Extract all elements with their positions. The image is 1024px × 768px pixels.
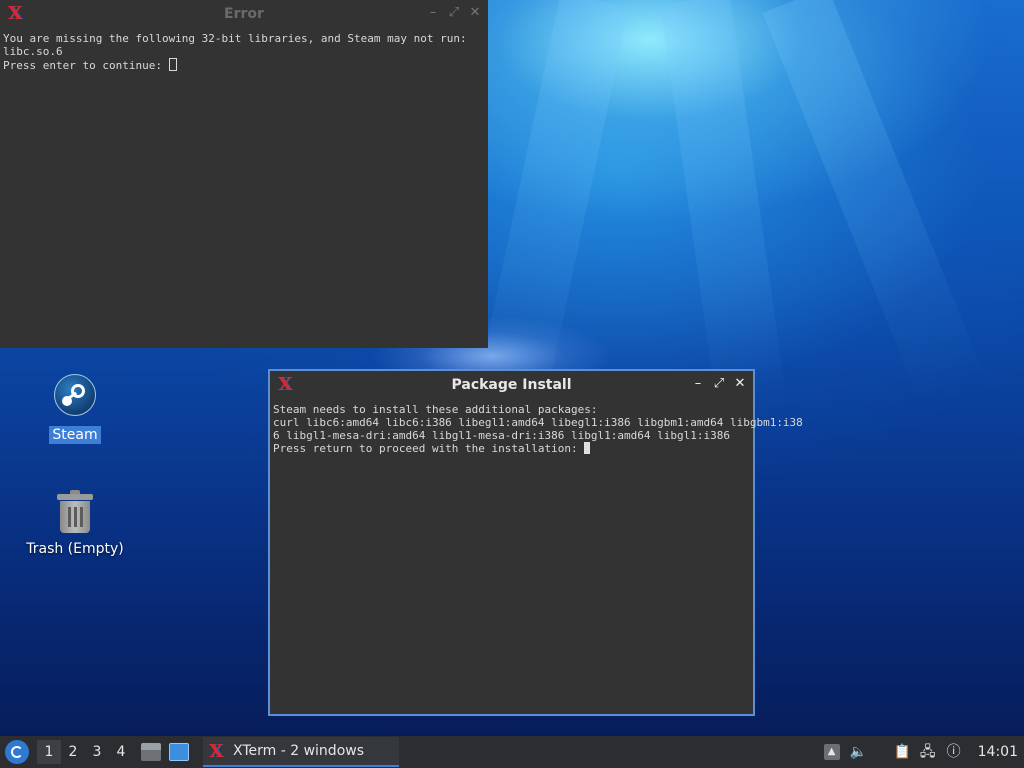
workspace-2-button[interactable]: 2	[61, 744, 85, 760]
light-ray	[660, 0, 789, 421]
text-cursor	[584, 442, 591, 454]
clipboard-icon[interactable]: 📋	[894, 744, 911, 760]
workspace-1-button[interactable]: 1	[37, 740, 61, 764]
window-titlebar[interactable]: X Error – ⤢ ✕	[0, 0, 488, 28]
minimize-button[interactable]: –	[426, 6, 440, 20]
tray-expand-icon[interactable]: ▲	[823, 744, 840, 760]
light-ray	[473, 0, 630, 419]
window-titlebar[interactable]: X Package Install – ⤢ ✕	[270, 371, 753, 399]
trash-icon	[51, 488, 99, 536]
window-title: Error	[224, 6, 264, 22]
start-menu-icon[interactable]	[5, 740, 29, 764]
desktop-icon-steam[interactable]: Steam	[15, 370, 135, 444]
desktop-icon-trash[interactable]: Trash (Empty)	[15, 488, 135, 558]
system-tray: ▲ 🔈 📋 🖧 ⓘ 14:01	[823, 744, 1018, 760]
terminal-line: curl libc6:amd64 libc6:i386 libegl1:amd6…	[273, 416, 803, 429]
maximize-button[interactable]: ⤢	[712, 377, 726, 391]
xterm-icon: X	[209, 740, 223, 762]
package-install-window[interactable]: X Package Install – ⤢ ✕ Steam needs to i…	[268, 369, 803, 716]
steam-icon	[51, 374, 99, 422]
taskbar: 1 2 3 4 X XTerm - 2 windows ▲ 🔈 📋 🖧 ⓘ 14…	[0, 736, 1024, 768]
workspace-4-button[interactable]: 4	[109, 744, 133, 760]
close-button[interactable]: ✕	[733, 377, 747, 391]
error-window[interactable]: X Error – ⤢ ✕ You are missing the follow…	[0, 0, 488, 348]
file-manager-icon[interactable]	[141, 743, 161, 761]
task-button-xterm[interactable]: X XTerm - 2 windows	[203, 737, 399, 767]
terminal-output[interactable]: Steam needs to install these additional …	[270, 399, 803, 459]
maximize-button[interactable]: ⤢	[447, 6, 461, 20]
volume-icon[interactable]: 🔈	[850, 744, 867, 760]
terminal-line: 6 libgl1-mesa-dri:amd64 libgl1-mesa-dri:…	[273, 429, 730, 442]
minimize-button[interactable]: –	[691, 377, 705, 391]
terminal-output[interactable]: You are missing the following 32-bit lib…	[0, 28, 488, 76]
terminal-line: Press enter to continue:	[3, 59, 169, 72]
desktop-icon-label: Steam	[49, 426, 101, 444]
terminal-line: Steam needs to install these additional …	[273, 403, 598, 416]
task-label: XTerm - 2 windows	[233, 743, 364, 759]
network-icon[interactable]: 🖧	[920, 744, 936, 760]
terminal-line: libc.so.6	[3, 45, 63, 58]
clock[interactable]: 14:01	[978, 744, 1018, 760]
text-cursor	[168, 58, 177, 71]
terminal-line: Press return to proceed with the install…	[273, 442, 585, 455]
light-ray	[762, 0, 985, 403]
update-notification-icon[interactable]: ⓘ	[946, 744, 962, 760]
close-button[interactable]: ✕	[468, 6, 482, 20]
window-title: Package Install	[451, 377, 572, 393]
workspace-3-button[interactable]: 3	[85, 744, 109, 760]
terminal-line: You are missing the following 32-bit lib…	[3, 32, 467, 45]
show-desktop-icon[interactable]	[169, 743, 189, 761]
desktop-icon-label: Trash (Empty)	[26, 541, 124, 557]
